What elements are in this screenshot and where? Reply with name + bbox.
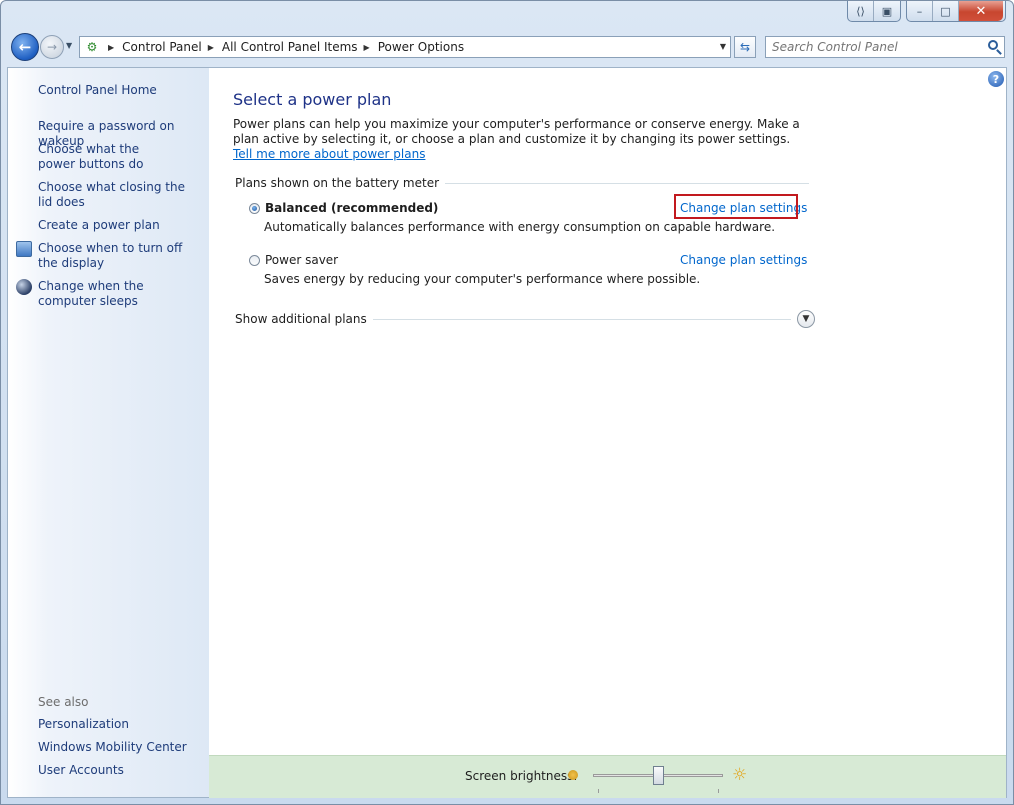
plan-description-balanced: Automatically balances performance with … — [264, 220, 776, 234]
layout-icon[interactable]: ⟨⟩ — [848, 1, 874, 21]
sidebar-link-user-accounts[interactable]: User Accounts — [38, 763, 206, 778]
slider-tick — [718, 789, 719, 793]
intro-paragraph: Power plans can help you maximize your c… — [233, 117, 800, 146]
title-bar: ⟨⟩ ▣ – □ ✕ — [1, 1, 1013, 29]
sidebar-link-turn-off-display[interactable]: Choose when to turn off the display — [38, 241, 192, 271]
address-bar[interactable]: ⚙ ▶ Control Panel ▶ All Control Panel It… — [79, 36, 731, 58]
address-dropdown-icon[interactable]: ▼ — [720, 42, 726, 51]
search-box[interactable] — [765, 36, 1005, 58]
search-input[interactable] — [772, 40, 977, 54]
show-additional-plans-label[interactable]: Show additional plans — [235, 312, 373, 326]
breadcrumb-control-panel[interactable]: Control Panel — [122, 40, 202, 54]
refresh-button[interactable]: ⇆ — [734, 36, 756, 58]
task-sidebar: Control Panel Home Require a password on… — [8, 68, 209, 797]
see-also-heading: See also — [38, 695, 89, 709]
expand-chevron-down-icon[interactable]: ▼ — [797, 310, 815, 328]
minimize-button[interactable]: – — [907, 1, 933, 21]
control-panel-icon: ⚙ — [86, 40, 98, 54]
chevron-right-icon[interactable]: ▶ — [208, 43, 214, 52]
sidebar-link-power-buttons[interactable]: Choose what the power buttons do — [38, 142, 178, 172]
help-icon[interactable]: ? — [988, 71, 1004, 87]
search-icon[interactable] — [988, 40, 998, 50]
screen-brightness-label: Screen brightness: — [465, 769, 578, 783]
chevron-right-icon[interactable]: ▶ — [364, 43, 370, 52]
navigation-bar: ← → ▼ ⚙ ▶ Control Panel ▶ All Control Pa… — [1, 31, 1013, 63]
sidebar-link-personalization[interactable]: Personalization — [38, 717, 206, 732]
plan-name-balanced[interactable]: Balanced (recommended) — [265, 201, 438, 215]
slider-tick — [598, 789, 599, 793]
sidebar-link-computer-sleeps[interactable]: Change when the computer sleeps — [38, 279, 192, 309]
maximize-button[interactable]: □ — [933, 1, 959, 21]
plan-radio-balanced[interactable] — [249, 203, 260, 214]
close-button[interactable]: ✕ — [959, 1, 1003, 21]
main-panel: ? Select a power plan Power plans can he… — [209, 68, 1006, 755]
brightness-footer: Screen brightness: ☼ — [209, 755, 1006, 798]
power-options-window: ⟨⟩ ▣ – □ ✕ ← → ▼ ⚙ ▶ Control Panel ▶ All… — [0, 0, 1014, 805]
forward-arrow-icon: → — [46, 40, 58, 54]
brightness-slider-thumb[interactable] — [652, 766, 664, 785]
sidebar-link-closing-lid[interactable]: Choose what closing the lid does — [38, 180, 190, 210]
group-label: Plans shown on the battery meter — [235, 176, 446, 190]
content-area: Control Panel Home Require a password on… — [7, 67, 1007, 798]
page-title: Select a power plan — [233, 90, 392, 109]
sidebar-link-control-panel-home[interactable]: Control Panel Home — [38, 83, 206, 98]
refresh-icon: ⇆ — [739, 40, 751, 54]
breadcrumb-all-items[interactable]: All Control Panel Items — [222, 40, 358, 54]
extra-caption-group: ⟨⟩ ▣ — [847, 1, 901, 22]
chevron-right-icon[interactable]: ▶ — [108, 43, 114, 52]
sleep-moon-icon — [16, 279, 32, 295]
plan-radio-power-saver[interactable] — [249, 255, 260, 266]
show-additional-plans-row[interactable]: Show additional plans ▼ — [235, 310, 815, 330]
intro-text: Power plans can help you maximize your c… — [233, 117, 813, 162]
recent-pages-dropdown[interactable]: ▼ — [66, 41, 72, 50]
tell-me-more-link[interactable]: Tell me more about power plans — [233, 147, 425, 161]
highlight-box — [674, 194, 798, 219]
back-arrow-icon: ← — [18, 38, 32, 56]
pin-icon[interactable]: ▣ — [874, 1, 900, 21]
plan-description-power-saver: Saves energy by reducing your computer's… — [264, 272, 701, 286]
change-plan-settings-power-saver-link[interactable]: Change plan settings — [680, 253, 807, 267]
sidebar-link-create-plan[interactable]: Create a power plan — [38, 218, 206, 233]
plan-name-power-saver[interactable]: Power saver — [265, 253, 338, 267]
breadcrumb-power-options[interactable]: Power Options — [378, 40, 464, 54]
battery-meter-group-header: Plans shown on the battery meter — [235, 176, 809, 192]
bright-sun-icon: ☼ — [732, 765, 748, 785]
forward-button[interactable]: → — [40, 35, 64, 59]
window-controls: – □ ✕ — [906, 1, 1006, 22]
back-button[interactable]: ← — [11, 33, 39, 61]
sidebar-link-mobility-center[interactable]: Windows Mobility Center — [38, 740, 206, 755]
display-monitor-icon — [16, 241, 32, 257]
dim-sun-icon — [568, 770, 578, 780]
